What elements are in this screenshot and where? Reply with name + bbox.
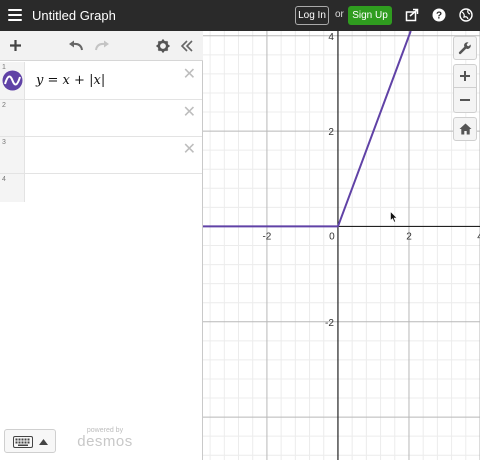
home-button[interactable]: [453, 117, 477, 141]
undo-icon[interactable]: [68, 40, 84, 51]
y-tick-label: -2: [325, 318, 334, 329]
top-bar: Untitled Graph Log In or Sign Up ?: [0, 0, 480, 31]
y-tick-label: 2: [328, 127, 334, 138]
expression-gutter: 1: [0, 62, 25, 99]
zoom-out-icon: [460, 99, 470, 101]
home-icon: [459, 123, 471, 135]
globe-icon[interactable]: [459, 8, 473, 22]
help-icon[interactable]: ?: [432, 8, 446, 22]
collapse-icon[interactable]: [180, 40, 194, 52]
gear-icon[interactable]: [156, 39, 170, 53]
expression-input[interactable]: y = x + |x|: [36, 73, 105, 88]
expression-row[interactable]: 4: [0, 174, 202, 202]
expression-row[interactable]: 1 y = x + |x| ✕: [0, 62, 202, 100]
expression-gutter: 4: [0, 174, 25, 202]
signup-button[interactable]: Sign Up: [348, 6, 392, 25]
graph-settings-button[interactable]: [453, 36, 477, 60]
x-tick-label: -2: [262, 231, 271, 242]
expression-gutter: 3: [0, 137, 25, 173]
expression-panel: 1 y = x + |x| ✕ 2 ✕ 3 ✕ 4 powered by des…: [0, 31, 203, 460]
row-number: 2: [2, 102, 6, 109]
x-tick-label: 0: [329, 231, 335, 242]
share-icon[interactable]: [405, 8, 419, 22]
expression-toolbar: [0, 31, 203, 61]
zoom-in-icon: [460, 71, 470, 81]
svg-text:?: ?: [436, 11, 442, 22]
row-number: 3: [2, 139, 6, 146]
expr-token: +: [74, 73, 85, 88]
keyboard-toggle-button[interactable]: [4, 429, 56, 453]
row-number: 4: [2, 176, 6, 183]
graph-canvas[interactable]: -202442-2: [203, 31, 480, 460]
delete-expression-icon[interactable]: ✕: [183, 67, 196, 83]
graph-color-icon[interactable]: [2, 70, 23, 91]
expression-row[interactable]: 3 ✕: [0, 137, 202, 174]
zoom-out-button[interactable]: [453, 88, 477, 113]
delete-expression-icon[interactable]: ✕: [183, 142, 196, 158]
add-icon[interactable]: [9, 39, 22, 52]
expr-token: |: [100, 73, 106, 88]
curves: [203, 31, 412, 228]
expression-row[interactable]: 2 ✕: [0, 100, 202, 137]
expression-gutter: 2: [0, 100, 25, 136]
expr-token: y: [36, 73, 44, 88]
x-tick-label: 2: [406, 231, 412, 242]
expr-token: x: [93, 73, 101, 88]
login-button[interactable]: Log In: [295, 6, 329, 25]
y-tick-label: 4: [328, 32, 334, 43]
keyboard-icon: [13, 436, 33, 448]
zoom-in-button[interactable]: [453, 64, 477, 88]
redo-icon[interactable]: [94, 40, 110, 51]
graph-paper[interactable]: -202442-2: [203, 31, 480, 460]
expr-token: =: [47, 73, 59, 88]
or-text: or: [335, 9, 344, 20]
desmos-logo: desmos: [77, 433, 133, 450]
minor-grid: [203, 31, 480, 460]
chevron-up-icon: [39, 439, 48, 445]
graph-title[interactable]: Untitled Graph: [32, 8, 116, 23]
curve-y-equals-x-plus-abs-x: [203, 31, 412, 228]
expr-token: x: [62, 73, 70, 88]
wrench-icon: [458, 42, 471, 55]
delete-expression-icon[interactable]: ✕: [183, 105, 196, 121]
mouse-cursor-icon: [390, 211, 398, 223]
powered-by-logo[interactable]: powered by desmos: [70, 427, 140, 450]
menu-icon[interactable]: [8, 9, 22, 21]
